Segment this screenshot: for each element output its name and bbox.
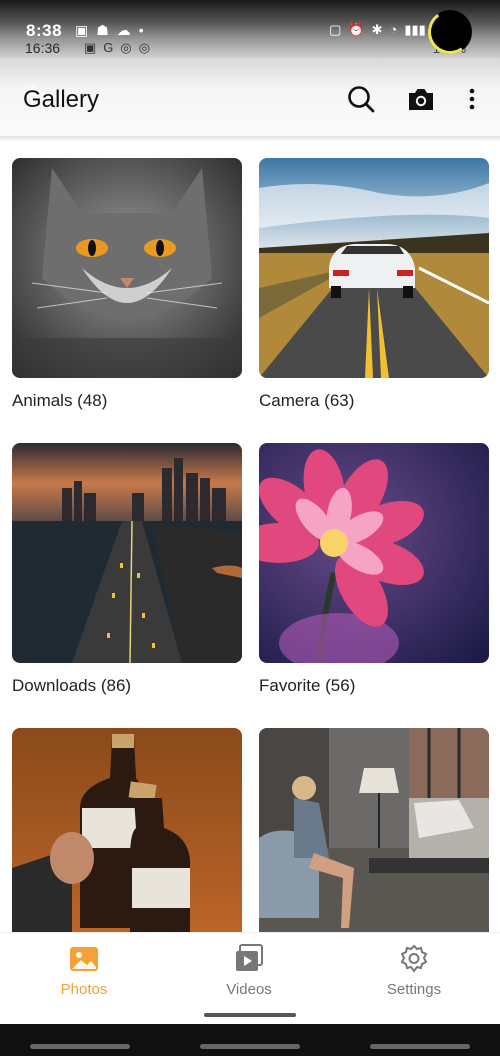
system-navigation-bar bbox=[0, 1024, 500, 1056]
status-bar: 8:38 ▣ ☗ ☁ • 16:36 ▣ G ◎ ◎ ▢ ⏰ ✱ ◔ ▮▮▮ ▮… bbox=[0, 0, 500, 58]
album-thumbnail[interactable] bbox=[12, 158, 242, 378]
album-card-camera[interactable]: Camera (63) bbox=[259, 158, 489, 411]
cloud-icon: ☁ bbox=[116, 22, 131, 38]
alarm-icon: ⏰ bbox=[348, 22, 365, 37]
nav-videos[interactable]: Videos bbox=[189, 943, 309, 998]
living-room-image bbox=[259, 728, 489, 932]
search-icon[interactable] bbox=[346, 84, 376, 114]
album-title: Downloads (86) bbox=[12, 676, 132, 695]
album-thumbnail[interactable] bbox=[12, 728, 242, 932]
nav-settings[interactable]: Settings bbox=[354, 943, 474, 998]
album-thumbnail[interactable] bbox=[259, 158, 489, 378]
system-bar-segment bbox=[370, 1044, 470, 1049]
album-thumbnail[interactable] bbox=[259, 728, 489, 932]
album-grid: Animals (48) Camera (63) Downloads (86) … bbox=[0, 136, 500, 932]
city-image bbox=[12, 443, 242, 663]
nav-label: Videos bbox=[226, 981, 272, 998]
app-bar: Gallery bbox=[0, 58, 500, 142]
wifi-icon: ◔ bbox=[389, 22, 398, 37]
app-icon-2: ◎ bbox=[138, 40, 151, 55]
nav-photos[interactable]: Photos bbox=[24, 943, 144, 998]
bluetooth-icon: ✱ bbox=[371, 22, 383, 37]
album-card-downloads[interactable]: Downloads (86) bbox=[12, 443, 242, 696]
secondary-notification-icons: ▣ G ◎ ◎ bbox=[84, 40, 150, 56]
google-icon: G bbox=[103, 40, 114, 55]
gear-icon bbox=[400, 944, 428, 973]
incognito-icon: ☗ bbox=[96, 22, 109, 38]
nav-label: Settings bbox=[386, 981, 442, 998]
system-bar-segment bbox=[200, 1044, 300, 1049]
album-title: Camera (63) bbox=[259, 391, 355, 410]
flower-image bbox=[259, 443, 489, 663]
signal-icon: ▮▮▮ bbox=[404, 22, 426, 37]
album-card-favorite[interactable]: Favorite (56) bbox=[259, 443, 489, 696]
system-icons: ▢ ⏰ ✱ ◔ ▮▮▮ ▮ bbox=[329, 22, 440, 38]
album-card-animals[interactable]: Animals (48) bbox=[12, 158, 242, 411]
videos-icon bbox=[236, 944, 263, 971]
nav-label: Photos bbox=[60, 981, 108, 998]
home-indicator[interactable] bbox=[204, 1013, 296, 1017]
app-icon: ◎ bbox=[120, 40, 132, 55]
album-title: Favorite (56) bbox=[259, 676, 356, 695]
image-icon: ▣ bbox=[84, 40, 97, 55]
battery-saver-icon: ▢ bbox=[329, 22, 342, 37]
image-notification-icon: ▣ bbox=[75, 22, 89, 38]
notification-icons: ▣ ☗ ☁ • bbox=[75, 22, 144, 39]
album-card-bottles[interactable] bbox=[12, 728, 242, 932]
album-title: Animals (48) bbox=[12, 391, 108, 410]
status-time: 8:38 bbox=[26, 21, 63, 40]
cat-image bbox=[12, 158, 242, 378]
system-bar-segment bbox=[30, 1044, 130, 1049]
album-thumbnail[interactable] bbox=[12, 443, 242, 663]
page-title: Gallery bbox=[23, 86, 100, 113]
status-time-secondary: 16:36 bbox=[25, 40, 61, 56]
car-image bbox=[259, 158, 489, 378]
more-vert-icon[interactable] bbox=[462, 88, 482, 110]
gallery-screen: 8:38 ▣ ☗ ☁ • 16:36 ▣ G ◎ ◎ ▢ ⏰ ✱ ◔ ▮▮▮ ▮… bbox=[0, 0, 500, 1056]
bottom-navigation: Photos Videos Settings bbox=[0, 932, 500, 1024]
album-thumbnail[interactable] bbox=[259, 443, 489, 663]
bottles-image bbox=[12, 728, 242, 932]
dot-icon: • bbox=[138, 22, 144, 38]
photos-icon bbox=[70, 947, 98, 971]
album-card-living-room[interactable] bbox=[259, 728, 489, 932]
camera-icon[interactable] bbox=[406, 85, 436, 113]
